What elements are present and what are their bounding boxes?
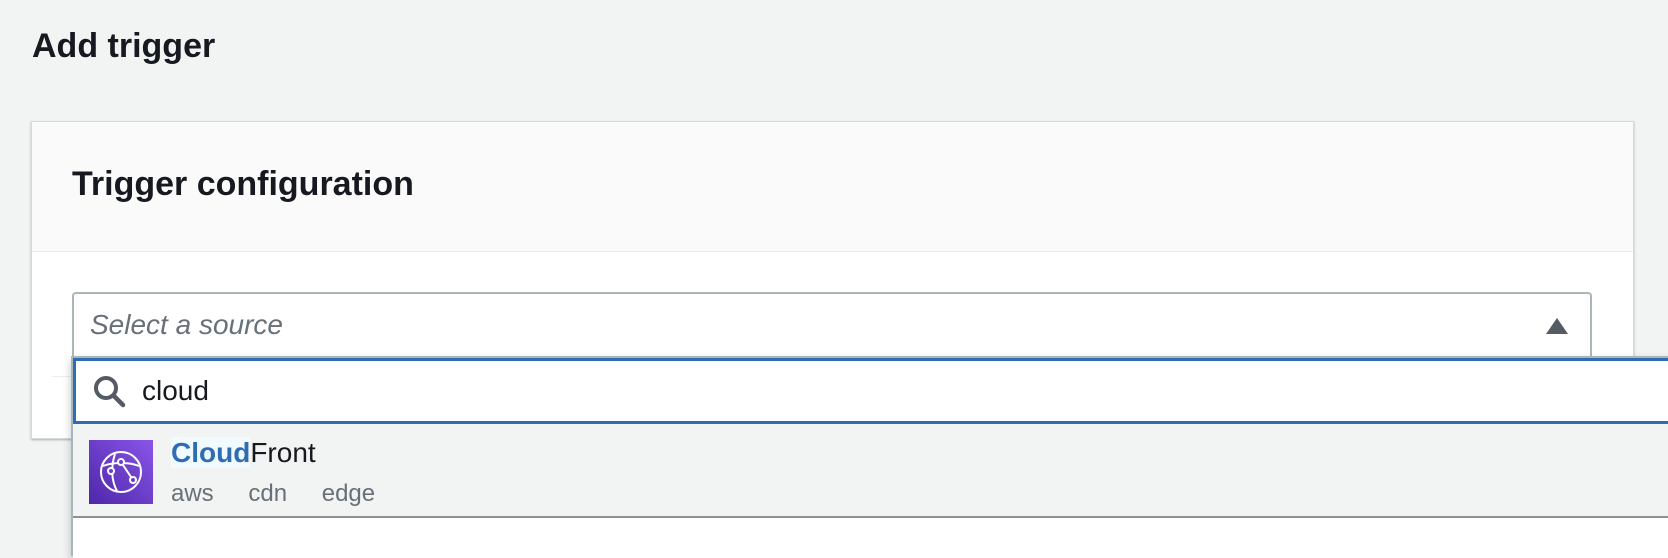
- source-select[interactable]: Select a source: [72, 292, 1592, 356]
- caret-up-icon[interactable]: [1546, 318, 1568, 334]
- option-label: CloudFront: [171, 436, 316, 470]
- option-label-rest: Front: [250, 437, 316, 468]
- option-tag: aws: [171, 480, 214, 507]
- option-tag: edge: [321, 480, 376, 507]
- source-dropdown: CloudFront aws cdn edge: [71, 356, 1668, 558]
- page-title: Add trigger: [32, 27, 216, 65]
- option-cloudfront[interactable]: CloudFront aws cdn edge: [73, 424, 1668, 518]
- filter-box[interactable]: [73, 358, 1668, 424]
- option-tags: aws cdn edge: [171, 480, 403, 508]
- list-item[interactable]: [73, 518, 1668, 558]
- source-select-placeholder: Select a source: [90, 309, 283, 340]
- panel-header: Trigger configuration: [32, 122, 1633, 252]
- search-icon: [92, 374, 126, 408]
- filter-input[interactable]: [142, 369, 1642, 413]
- cloudfront-icon: [89, 440, 153, 504]
- option-label-match: Cloud: [171, 437, 251, 468]
- option-tag: cdn: [248, 480, 288, 507]
- panel-title: Trigger configuration: [72, 165, 414, 203]
